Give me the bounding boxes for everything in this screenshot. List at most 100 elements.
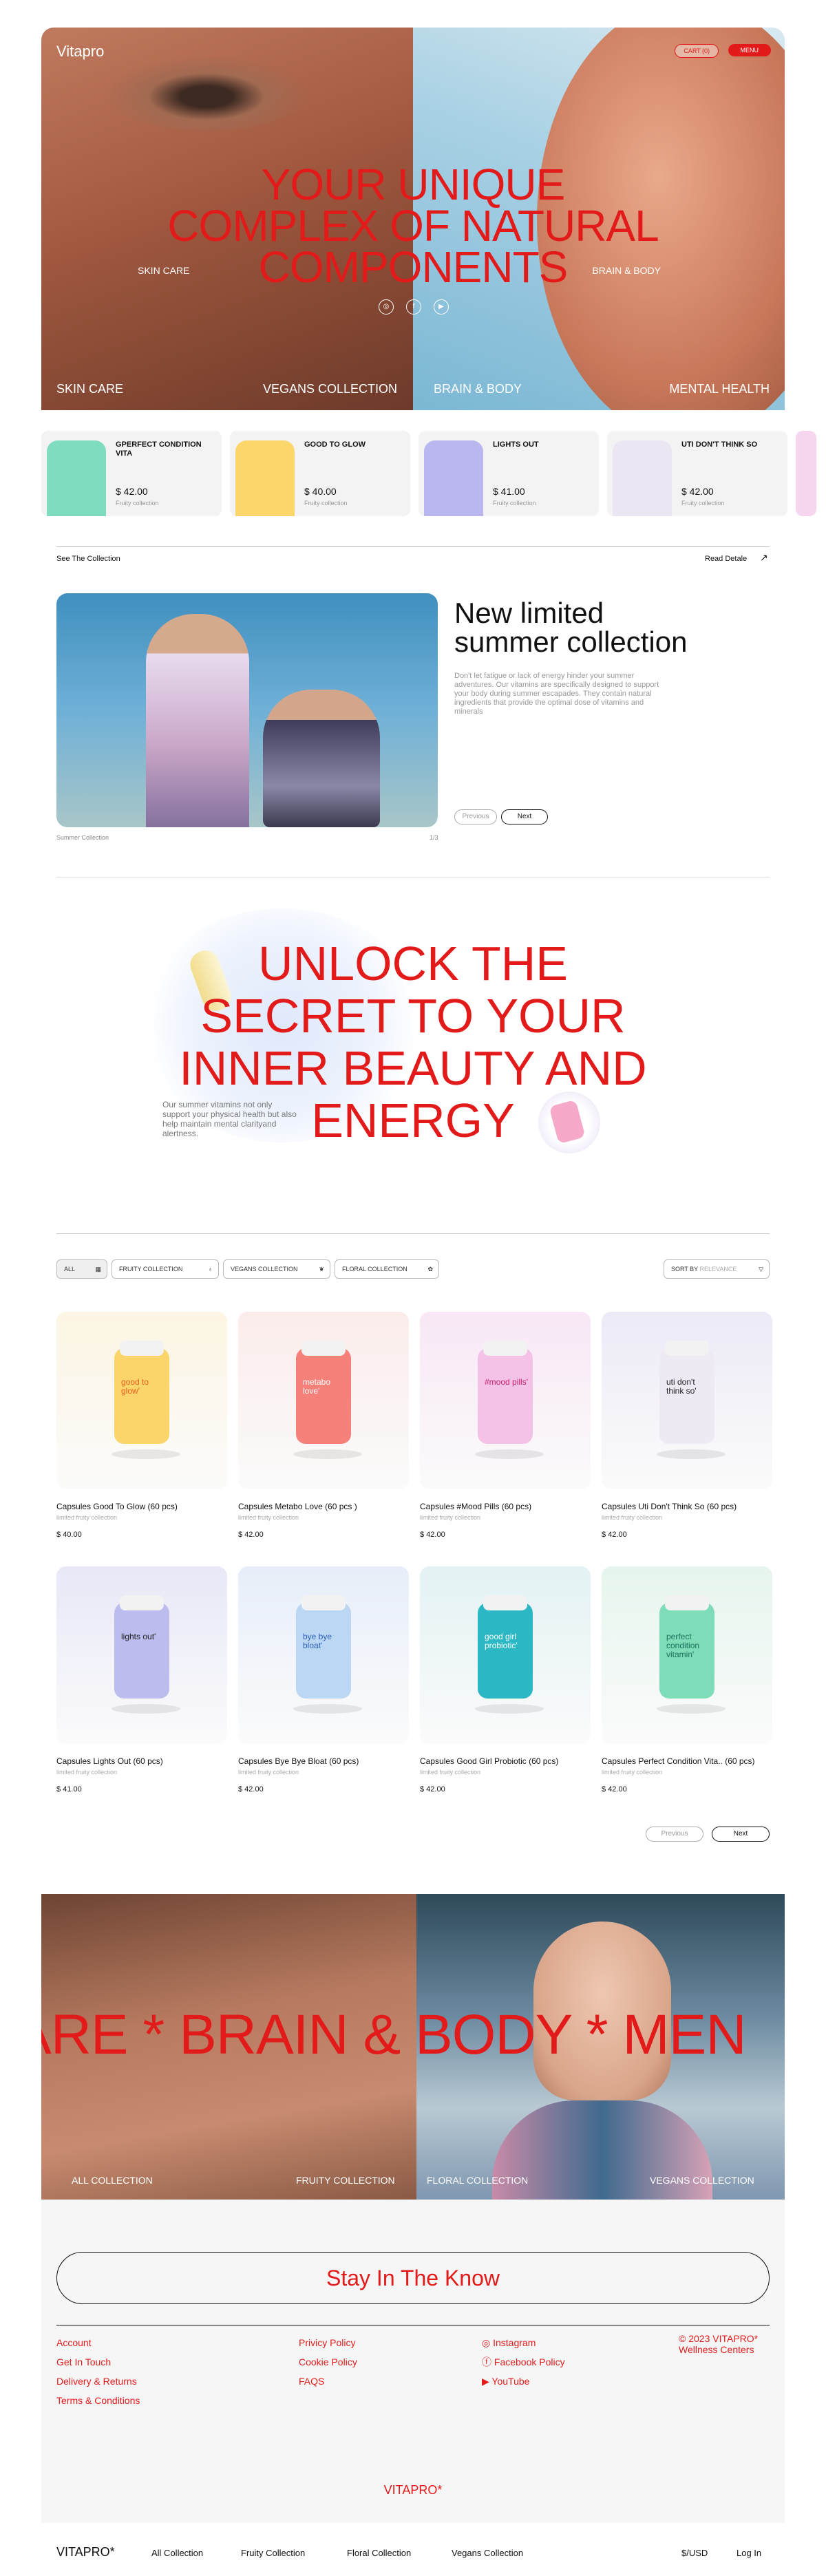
product-name[interactable]: Capsules Perfect Condition Vita.. (60 pc… (602, 1756, 755, 1766)
product-name[interactable]: Capsules Lights Out (60 pcs) (56, 1756, 163, 1766)
banner-link-all[interactable]: ALL COLLECTION (72, 2175, 153, 2186)
banner-link-floral[interactable]: FLORAL COLLECTION (427, 2175, 528, 2186)
strip-item-price: $ 41.00 (493, 486, 525, 497)
photo-caption: Summer Collection (56, 834, 109, 841)
see-collection-link[interactable]: See The Collection (56, 555, 120, 563)
footer-link[interactable]: Get In Touch (56, 2352, 140, 2372)
product-subtitle: limited fruity collection (420, 1769, 481, 1776)
bottle-shadow (112, 1704, 180, 1714)
summer-collection-photo (56, 593, 438, 827)
product-name[interactable]: Capsules #Mood Pills (60 pcs) (420, 1502, 531, 1511)
hero-nav-skin-care[interactable]: SKIN CARE (56, 382, 123, 396)
product-name[interactable]: Capsules Good To Glow (60 pcs) (56, 1502, 178, 1511)
strip-item[interactable]: LIGHTS OUT $ 41.00 Fruity collection (419, 431, 599, 516)
bottom-link-floral[interactable]: Floral Collection (347, 2548, 411, 2558)
footer-link[interactable]: Cookie Policy (299, 2352, 357, 2372)
footer-link-label: YouTube (491, 2376, 530, 2387)
product-subtitle: limited fruity collection (56, 1514, 118, 1521)
flower-icon: ✿ (427, 1266, 433, 1273)
filter-funnel-icon: ▽ (759, 1266, 763, 1273)
bottle-shadow (475, 1704, 544, 1714)
product-name[interactable]: Capsules Bye Bye Bloat (60 pcs) (238, 1756, 359, 1766)
hero-tag-left: SKIN CARE (138, 265, 190, 276)
footer-link-youtube[interactable]: ▶ YouTube (482, 2372, 565, 2391)
banner-link-fruity[interactable]: FRUITY COLLECTION (296, 2175, 395, 2186)
copyright-line: © 2023 VITAPRO* (679, 2333, 759, 2344)
youtube-icon[interactable]: ▶ (434, 299, 449, 315)
login-link[interactable]: Log In (737, 2548, 761, 2558)
bottom-link-vegans[interactable]: Vegans Collection (452, 2548, 523, 2558)
product-card[interactable]: bye bye bloat' (238, 1566, 409, 1744)
currency-selector[interactable]: $/USD (681, 2548, 708, 2558)
strip-item[interactable]: GPERFECT CONDITION VITA $ 42.00 Fruity c… (41, 431, 222, 516)
stay-in-the-know-button[interactable]: Stay In The Know (56, 2252, 770, 2304)
product-price: $ 40.00 (56, 1531, 82, 1539)
product-card[interactable]: #mood pills' (420, 1312, 591, 1489)
logo[interactable]: Vitapro (56, 43, 104, 61)
unlock-description: Our summer vitamins not only support you… (162, 1100, 297, 1138)
product-name[interactable]: Capsules Good Girl Probiotic (60 pcs) (420, 1756, 558, 1766)
footer-col-social: ◎ Instagram ⓕ Facebook Policy ▶ YouTube (482, 2333, 565, 2391)
instagram-icon[interactable]: ◎ (379, 299, 394, 315)
filter-fruity[interactable]: FRUITY COLLECTION ♁ (112, 1259, 219, 1279)
filter-floral[interactable]: FLORAL COLLECTION ✿ (335, 1259, 439, 1279)
strip-item[interactable]: UTI DON'T THINK SO $ 42.00 Fruity collec… (607, 431, 787, 516)
product-card[interactable]: lights out' (56, 1566, 227, 1744)
read-detail-link[interactable]: Read Detale (705, 555, 747, 563)
filter-vegans[interactable]: VEGANS COLLECTION ❦ (223, 1259, 330, 1279)
bottle-shadow (293, 1449, 362, 1459)
grid-previous-button[interactable]: Previous (646, 1827, 703, 1842)
bottle-shadow (112, 1449, 180, 1459)
product-card[interactable]: good to glow' (56, 1312, 227, 1489)
bottle-label: good to glow' (121, 1377, 149, 1396)
bottom-navbar: VITAPRO* All Collection Fruity Collectio… (0, 2523, 826, 2576)
product-card[interactable]: perfect condition vitamin' (602, 1566, 772, 1744)
bottom-link-fruity[interactable]: Fruity Collection (241, 2548, 305, 2558)
product-name[interactable]: Capsules Metabo Love (60 pcs ) (238, 1502, 357, 1511)
footer-link[interactable]: Terms & Conditions (56, 2391, 140, 2410)
footer-link[interactable]: Account (56, 2333, 140, 2352)
cart-button[interactable]: CART (0) (675, 44, 719, 58)
product-card[interactable]: metabo love' (238, 1312, 409, 1489)
footer: Stay In The Know Account Get In Touch De… (41, 2200, 785, 2523)
banner-link-vegans[interactable]: VEGANS COLLECTION (650, 2175, 754, 2186)
strip-item-sub: Fruity collection (304, 500, 348, 507)
footer-link-facebook[interactable]: ⓕ Facebook Policy (482, 2352, 565, 2372)
bottle-cap (301, 1595, 346, 1610)
bottle-label: lights out' (121, 1632, 156, 1641)
filter-all[interactable]: ALL ▦ (56, 1259, 107, 1279)
unlock-title-line: INNER BEAUTY AND (179, 1041, 647, 1095)
menu-button[interactable]: MENU (728, 44, 771, 56)
unlock-title-line: UNLOCK THE (258, 937, 568, 990)
bottom-logo[interactable]: VITAPRO* (56, 2545, 115, 2559)
footer-link[interactable]: Delivery & Returns (56, 2372, 140, 2391)
collection-title-line: New limited (454, 597, 604, 629)
product-price: $ 42.00 (238, 1531, 264, 1539)
hero-nav-mental-health[interactable]: MENTAL HEALTH (669, 382, 770, 396)
footer-link-instagram[interactable]: ◎ Instagram (482, 2333, 565, 2352)
hero-nav-brain-body[interactable]: BRAIN & BODY (434, 382, 522, 396)
product-price: $ 41.00 (56, 1785, 82, 1793)
bottle-label: good girl probiotic' (485, 1632, 518, 1650)
bottle-cap (665, 1595, 709, 1610)
facebook-icon[interactable]: f (406, 299, 421, 315)
bottle-shadow (293, 1704, 362, 1714)
bottom-link-all[interactable]: All Collection (151, 2548, 203, 2558)
bottle-shadow (475, 1449, 544, 1459)
page: Vitapro CART (0) MENU YOUR UNIQUE COMPLE… (0, 0, 826, 2576)
strip-item[interactable]: GOOD TO GLOW $ 40.00 Fruity collection (230, 431, 410, 516)
grid-next-button[interactable]: Next (712, 1827, 770, 1842)
product-subtitle: limited fruity collection (602, 1769, 663, 1776)
sort-select[interactable]: SORT BY RELEVANCE ▽ (664, 1259, 770, 1279)
apple-icon: ♁ (208, 1266, 213, 1273)
product-card[interactable]: good girl probiotic' (420, 1566, 591, 1744)
previous-button[interactable]: Previous (454, 809, 497, 824)
product-card[interactable]: uti don't think so' (602, 1312, 772, 1489)
next-button[interactable]: Next (501, 809, 548, 824)
arrow-up-right-icon[interactable]: ↗ (760, 552, 768, 564)
product-name[interactable]: Capsules Uti Don't Think So (60 pcs) (602, 1502, 737, 1511)
footer-link[interactable]: FAQS (299, 2372, 357, 2391)
footer-col-policy: Privicy Policy Cookie Policy FAQS (299, 2333, 357, 2391)
hero-nav-vegans[interactable]: VEGANS COLLECTION (263, 382, 397, 396)
footer-link[interactable]: Privicy Policy (299, 2333, 357, 2352)
